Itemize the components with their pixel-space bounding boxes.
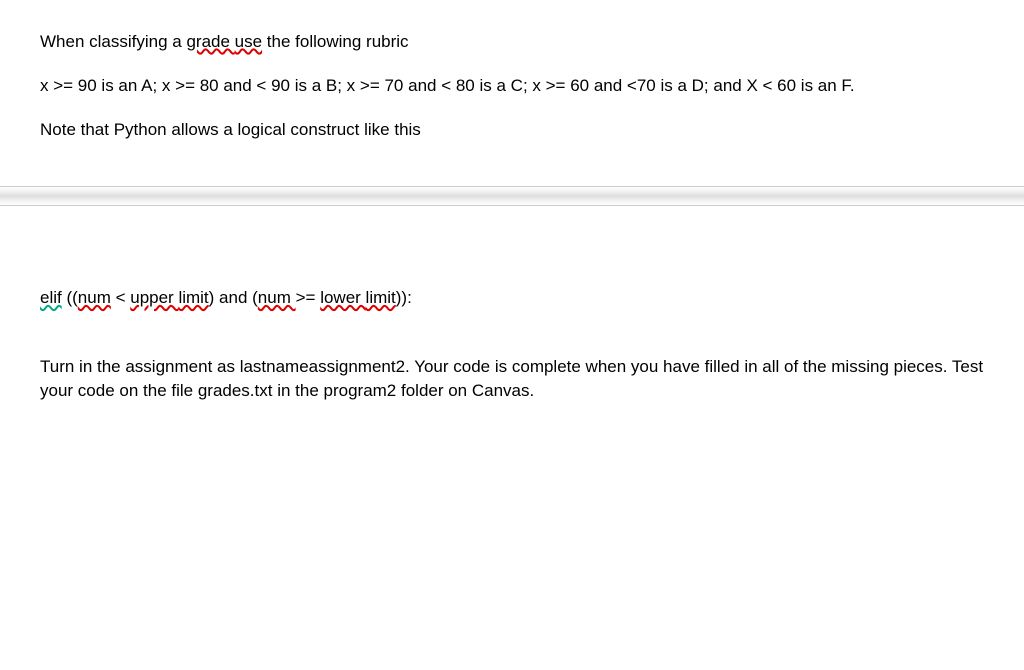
text-fragment: When classifying a — [40, 32, 186, 51]
spell-error-lower: lower — [320, 288, 365, 307]
paragraph-instructions: Turn in the assignment as lastnameassign… — [40, 355, 984, 403]
spell-error-limit2: limit — [366, 288, 396, 307]
spell-error-limit: limit — [178, 288, 208, 307]
page-break-divider — [0, 186, 1024, 206]
text-fragment: ) and ( — [209, 288, 258, 307]
spell-error-num: num — [78, 288, 111, 307]
text-fragment: < — [111, 288, 130, 307]
text-fragment: >= — [296, 288, 321, 307]
paragraph-python-note: Note that Python allows a logical constr… — [40, 118, 984, 142]
paragraph-rubric-intro: When classifying a grade use the followi… — [40, 30, 984, 54]
spell-error-use: use — [235, 32, 262, 51]
paragraph-code-example: elif ((num < upper limit) and (num >= lo… — [40, 286, 984, 310]
text-fragment: (( — [62, 288, 78, 307]
spell-error-upper: upper — [130, 288, 178, 307]
grammar-error-elif: elif — [40, 288, 62, 307]
paragraph-rubric-rules: x >= 90 is an A; x >= 80 and < 90 is a B… — [40, 74, 984, 98]
spell-error-grade: grade — [186, 32, 234, 51]
spell-error-num2: num — [258, 288, 296, 307]
text-fragment: the following rubric — [262, 32, 408, 51]
text-fragment: )): — [396, 288, 412, 307]
